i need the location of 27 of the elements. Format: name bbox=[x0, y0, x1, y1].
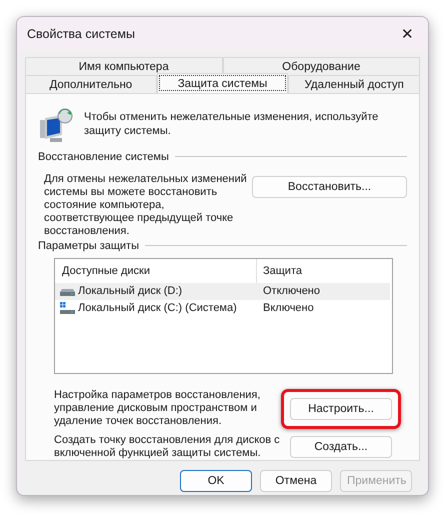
close-button[interactable]: ✕ bbox=[397, 24, 418, 42]
protection-status: Отключено bbox=[262, 285, 320, 298]
column-header[interactable]: Защита bbox=[257, 264, 302, 277]
action-description: Настройка параметров восстановления, управление дисковым пространством и удаление точек восстановления. bbox=[54, 389, 262, 428]
restore-button[interactable]: Восстановить... bbox=[252, 176, 407, 198]
tab[interactable]: Защита системы bbox=[156, 73, 288, 93]
drive-row[interactable]: Локальный диск (D:) Отключено bbox=[55, 282, 390, 300]
computer-icon bbox=[40, 108, 74, 144]
group-heading: Восстановление системы bbox=[38, 150, 169, 163]
intro-text: Чтобы отменить нежелательные изменения, используйте защиту системы. bbox=[84, 110, 380, 138]
action-description: Создать точку восстановления для дисков с включенной функцией защиты системы. bbox=[54, 434, 281, 460]
window-title: Свойства системы bbox=[27, 26, 135, 40]
tab[interactable]: Оборудование bbox=[222, 57, 420, 75]
action-button[interactable]: Создать... bbox=[290, 436, 392, 458]
tab[interactable]: Дополнительно bbox=[25, 75, 157, 93]
system-drive-icon bbox=[60, 302, 75, 315]
action-button[interactable]: Настроить... bbox=[290, 398, 392, 420]
dialog-button[interactable]: OK bbox=[180, 470, 252, 492]
restore-description: Для отмены нежелательных изменений системы вы можете восстановить состояние компьютера, соответствующее предыдущей точке восстановления. bbox=[44, 172, 248, 238]
protection-status: Включено bbox=[262, 302, 314, 314]
tab[interactable]: Удаленный доступ bbox=[288, 75, 420, 93]
group-heading: Параметры защиты bbox=[38, 240, 139, 252]
tab[interactable]: Имя компьютера bbox=[25, 57, 222, 75]
drive-name: Локальный диск (C:) (Система) bbox=[78, 302, 237, 314]
drive-row[interactable]: Локальный диск (C:) (Система) Включено bbox=[55, 300, 390, 317]
drive-name: Локальный диск (D:) bbox=[78, 285, 182, 298]
dialog-button[interactable]: Отмена bbox=[260, 470, 332, 492]
